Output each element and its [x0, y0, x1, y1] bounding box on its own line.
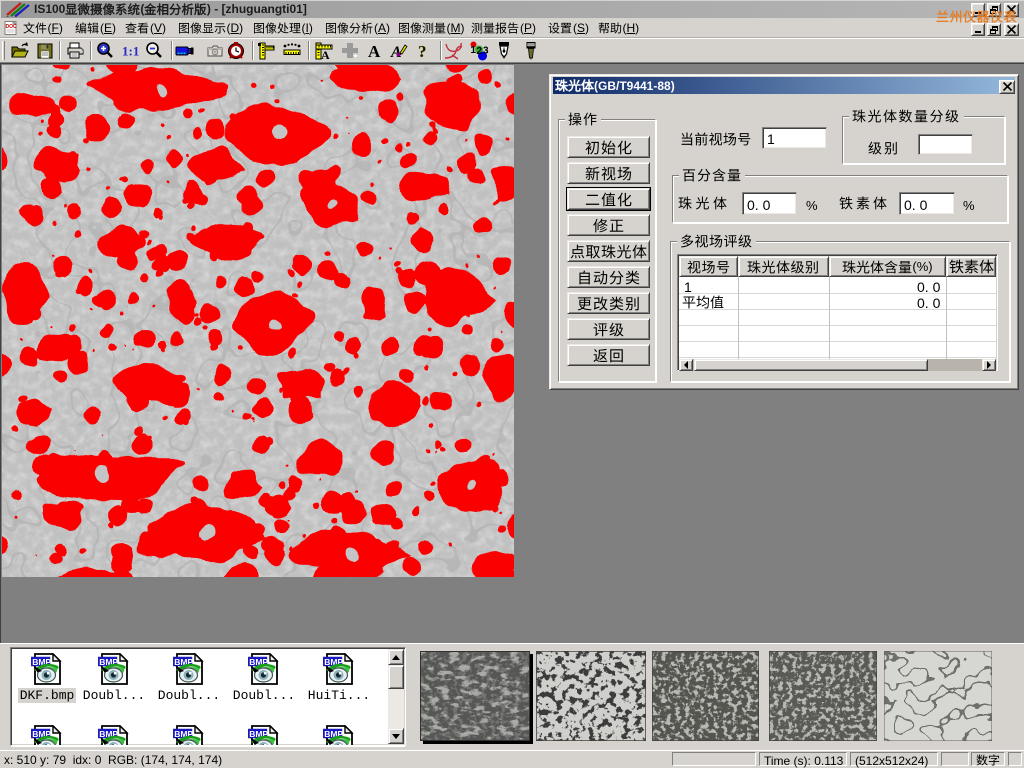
svg-text:DOC: DOC — [6, 24, 18, 30]
svg-text:3: 3 — [483, 46, 489, 57]
svg-text:1:1: 1:1 — [122, 44, 139, 59]
svg-text:A: A — [368, 42, 381, 61]
svg-text:A: A — [321, 48, 330, 61]
svg-text:?: ? — [418, 42, 427, 61]
svg-text:2: 2 — [477, 46, 483, 57]
